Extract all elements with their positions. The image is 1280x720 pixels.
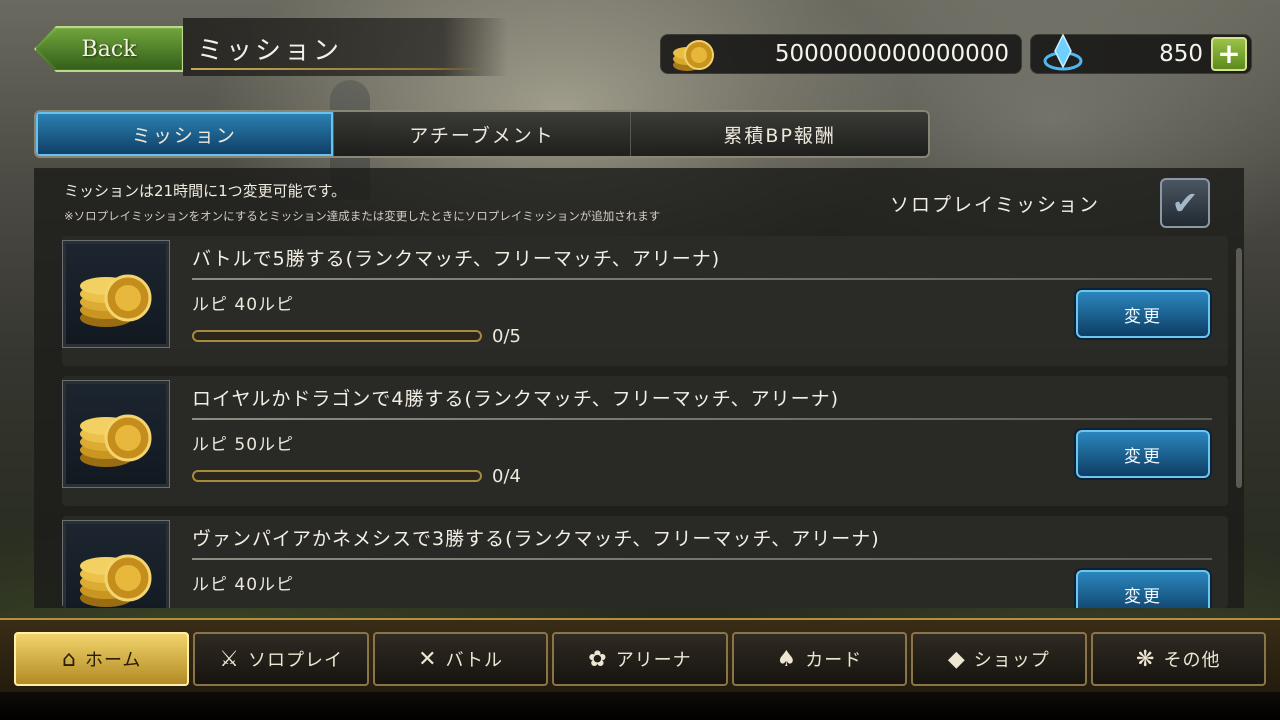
sword-icon: ⚔ xyxy=(219,646,240,672)
change-mission-button[interactable]: 変更 xyxy=(1076,570,1210,608)
back-button[interactable]: Back xyxy=(34,26,184,72)
mission-progress-text: 0/4 xyxy=(492,466,521,487)
mission-title: バトルで5勝する(ランクマッチ、フリーマッチ、アリーナ) xyxy=(192,248,721,270)
add-crystals-button[interactable]: + xyxy=(1211,37,1247,71)
checkmark-icon: ✔ xyxy=(1171,184,1199,222)
mission-divider xyxy=(192,558,1212,560)
title-plate: ミッション xyxy=(183,18,508,76)
mission-reward: ルピ 40ルピ xyxy=(192,295,295,315)
crystal-icon xyxy=(1043,33,1083,71)
change-mission-button[interactable]: 変更 xyxy=(1076,430,1210,478)
mission-row: ヴァンパイアかネメシスで3勝する(ランクマッチ、フリーマッチ、アリーナ) ルピ … xyxy=(62,516,1228,608)
home-icon: ⌂ xyxy=(61,646,77,672)
bottom-navigation: ⌂ ホーム ⚔ ソロプレイ ✕ バトル ✿ アリーナ ♠ カード ◆ ショップ … xyxy=(0,618,1280,720)
crystal-amount: 850 xyxy=(1159,41,1203,67)
mission-scrollbar[interactable] xyxy=(1236,248,1242,488)
nav-shop[interactable]: ◆ ショップ xyxy=(911,632,1087,686)
nav-solo-play[interactable]: ⚔ ソロプレイ xyxy=(193,632,369,686)
mission-title: ヴァンパイアかネメシスで3勝する(ランクマッチ、フリーマッチ、アリーナ) xyxy=(192,528,880,550)
mission-reward: ルピ 50ルピ xyxy=(192,435,295,455)
mission-progress-text: 0/5 xyxy=(492,326,521,347)
mission-panel: ミッションは21時間に1つ変更可能です。 ※ソロプレイミッションをオンにするとミ… xyxy=(34,168,1244,608)
coin-counter: 5000000000000000 xyxy=(660,34,1022,74)
nav-arena[interactable]: ✿ アリーナ xyxy=(552,632,728,686)
reward-frame xyxy=(62,380,170,488)
nav-shop-label: ショップ xyxy=(973,650,1050,671)
mission-progress-bar xyxy=(192,470,482,482)
mission-row: ロイヤルかドラゴンで4勝する(ランクマッチ、フリーマッチ、アリーナ) ルピ 50… xyxy=(62,376,1228,506)
change-mission-button[interactable]: 変更 xyxy=(1076,290,1210,338)
laurel-icon: ✿ xyxy=(588,646,608,672)
page-title: ミッション xyxy=(197,36,343,66)
solo-note-text: ※ソロプレイミッションをオンにするとミッション達成または変更したときにソロプレイ… xyxy=(64,209,661,223)
solo-mission-checkbox[interactable]: ✔ xyxy=(1160,178,1210,228)
nav-solo-play-label: ソロプレイ xyxy=(248,650,343,671)
mission-progress-bar xyxy=(192,330,482,342)
mission-divider xyxy=(192,278,1212,280)
crossed-swords-icon: ✕ xyxy=(418,646,438,672)
tab-missions[interactable]: ミッション xyxy=(36,112,334,156)
gold-coins-icon xyxy=(80,274,152,327)
nav-other-label: その他 xyxy=(1163,650,1221,671)
nav-battle-label: バトル xyxy=(445,650,504,671)
mission-divider xyxy=(192,418,1212,420)
mission-reward: ルピ 40ルピ xyxy=(192,575,295,595)
menu-dots-icon: ❋ xyxy=(1136,646,1156,672)
nav-home-label: ホーム xyxy=(84,650,142,671)
mission-tabs: ミッション アチーブメント 累積BP報酬 xyxy=(34,110,930,158)
mission-title: ロイヤルかドラゴンで4勝する(ランクマッチ、フリーマッチ、アリーナ) xyxy=(192,388,840,410)
nav-cards-label: カード xyxy=(805,650,863,671)
gold-coins-icon xyxy=(80,414,152,467)
nav-battle[interactable]: ✕ バトル xyxy=(372,632,549,686)
nav-arena-label: アリーナ xyxy=(615,650,692,671)
cards-icon: ♠ xyxy=(776,646,798,672)
nav-other[interactable]: ❋ その他 xyxy=(1090,632,1266,686)
gold-coins-icon xyxy=(80,554,152,607)
change-info-text: ミッションは21時間に1つ変更可能です。 xyxy=(64,182,347,200)
back-button-label: Back xyxy=(81,36,137,62)
reward-frame xyxy=(62,520,170,608)
mission-row: バトルで5勝する(ランクマッチ、フリーマッチ、アリーナ) ルピ 40ルピ 0/5… xyxy=(62,236,1228,366)
nav-cards[interactable]: ♠ カード xyxy=(731,632,908,686)
tab-achievements[interactable]: アチーブメント xyxy=(333,112,632,156)
gem-icon: ◆ xyxy=(947,646,966,672)
gold-coins-icon xyxy=(673,40,714,71)
crystal-counter: 850 + xyxy=(1030,33,1252,74)
coin-amount: 5000000000000000 xyxy=(774,41,1009,67)
nav-home[interactable]: ⌂ ホーム xyxy=(14,632,190,686)
reward-frame xyxy=(62,240,170,348)
title-underline xyxy=(191,68,491,70)
tab-bp-rewards[interactable]: 累積BP報酬 xyxy=(631,112,928,156)
nav-footer xyxy=(0,692,1280,720)
solo-mission-label: ソロプレイミッション xyxy=(890,194,1101,216)
